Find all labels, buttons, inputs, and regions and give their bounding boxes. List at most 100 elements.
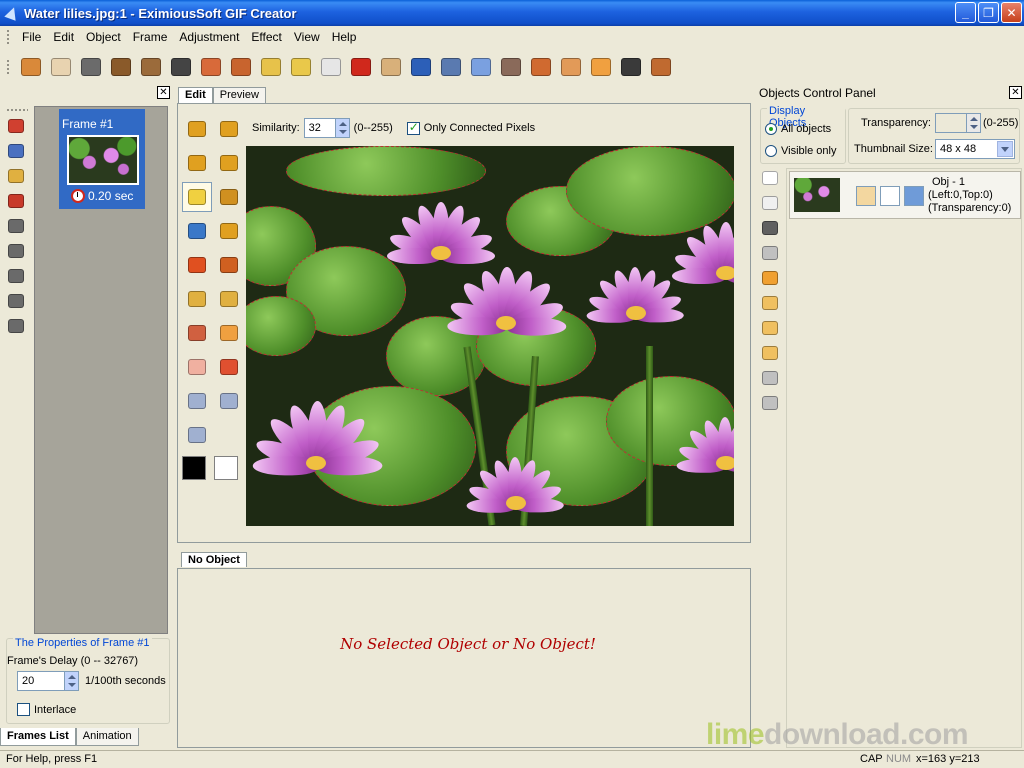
chevron-down-icon[interactable] xyxy=(997,141,1013,157)
toolbar-circle-button[interactable] xyxy=(526,52,556,82)
zoom-tool[interactable] xyxy=(182,420,212,450)
toolbar-phone-button[interactable] xyxy=(586,52,616,82)
toolbar-box-button[interactable] xyxy=(616,52,646,82)
eye-icon[interactable] xyxy=(856,186,876,206)
tab-animation[interactable]: Animation xyxy=(75,728,139,746)
toolbar-figure-button[interactable] xyxy=(556,52,586,82)
merge-button[interactable] xyxy=(760,368,780,388)
delete-object-button[interactable] xyxy=(760,218,780,238)
cut-object-button[interactable] xyxy=(760,243,780,263)
pointer-tool[interactable] xyxy=(182,114,212,144)
frames-list[interactable]: Frame #1 0.20 sec xyxy=(34,106,168,634)
select-object-tool[interactable] xyxy=(214,114,244,144)
maximize-button[interactable]: ❐ xyxy=(978,2,999,23)
tab-edit[interactable]: Edit xyxy=(178,87,213,104)
toolbar-delete-button[interactable] xyxy=(346,52,376,82)
objects-list[interactable]: Obj - 1 (Left:0,Top:0) (Transparency:0) xyxy=(786,168,1022,748)
frame-tool-button[interactable] xyxy=(6,191,26,211)
transparency-spinner-icon[interactable] xyxy=(966,114,980,132)
new-object-button[interactable] xyxy=(760,168,780,188)
toolbar-copy-button[interactable] xyxy=(256,52,286,82)
properties-button[interactable] xyxy=(760,393,780,413)
menu-edit[interactable]: Edit xyxy=(47,27,80,47)
rectangle-tool[interactable] xyxy=(214,318,244,348)
menu-effect[interactable]: Effect xyxy=(245,27,287,47)
close-objects-panel-icon[interactable]: ✕ xyxy=(1009,86,1022,99)
thumbnail-size-select[interactable]: 48 x 48 xyxy=(935,139,1015,159)
brush-tool[interactable] xyxy=(182,318,212,348)
image-tool[interactable] xyxy=(182,216,212,246)
pencil-tool[interactable] xyxy=(214,250,244,280)
frame-tool-button[interactable] xyxy=(6,291,26,311)
frame-tool-button[interactable] xyxy=(6,266,26,286)
menu-object[interactable]: Object xyxy=(80,27,127,47)
delay-spinner-icon[interactable] xyxy=(64,672,78,690)
transparency-input[interactable] xyxy=(935,113,981,133)
background-color-swatch[interactable] xyxy=(214,456,238,480)
toolbar-paint-button[interactable] xyxy=(496,52,526,82)
all-objects-radio[interactable] xyxy=(765,123,777,135)
text-tool[interactable] xyxy=(214,216,244,246)
ellipse-tool[interactable] xyxy=(182,352,212,382)
frame-item[interactable]: Frame #1 0.20 sec xyxy=(59,109,145,209)
similarity-spinner-icon[interactable] xyxy=(334,119,349,137)
puzzle-tool[interactable] xyxy=(182,250,212,280)
menu-adjustment[interactable]: Adjustment xyxy=(173,27,245,47)
toolbar-video-button[interactable] xyxy=(136,52,166,82)
tab-no-object[interactable]: No Object xyxy=(181,552,247,567)
option-visible-only[interactable]: Visible only xyxy=(765,145,836,157)
lasso-tool[interactable] xyxy=(182,148,212,178)
lock-toggle-icon[interactable] xyxy=(880,186,900,206)
foreground-color-swatch[interactable] xyxy=(182,456,206,480)
toolbar-hand-button[interactable] xyxy=(646,52,676,82)
frames-tool-grip[interactable] xyxy=(6,108,28,112)
eraser-tool[interactable] xyxy=(182,284,212,314)
frame-tool-button[interactable] xyxy=(6,216,26,236)
polygon-tool[interactable] xyxy=(214,352,244,382)
magic-wand-tool[interactable] xyxy=(182,182,212,212)
send-back-button[interactable] xyxy=(760,293,780,313)
toolbar-tag-button[interactable] xyxy=(376,52,406,82)
move-up-button[interactable] xyxy=(760,318,780,338)
option-all-objects[interactable]: All objects xyxy=(765,123,831,135)
menu-view[interactable]: View xyxy=(288,27,326,47)
menu-frame[interactable]: Frame xyxy=(127,27,174,47)
tab-frames-list[interactable]: Frames List xyxy=(0,728,76,746)
image-canvas[interactable] xyxy=(246,146,736,526)
toolbar-avi-button[interactable] xyxy=(76,52,106,82)
frame-tool-button[interactable] xyxy=(6,241,26,261)
delay-input[interactable]: 20 xyxy=(17,671,79,691)
close-button[interactable]: ✕ xyxy=(1001,2,1022,23)
visible-only-radio[interactable] xyxy=(765,145,777,157)
similarity-input[interactable]: 32 xyxy=(303,118,350,138)
zoom-out-tool[interactable] xyxy=(214,386,244,416)
menu-grip[interactable] xyxy=(6,29,10,45)
toolbar-undo-button[interactable] xyxy=(196,52,226,82)
toolbar-save-button[interactable] xyxy=(166,52,196,82)
toolbar-picture-button[interactable] xyxy=(406,52,436,82)
crop-tool[interactable] xyxy=(214,182,244,212)
tab-preview[interactable]: Preview xyxy=(212,87,266,104)
copy-object-button[interactable] xyxy=(760,193,780,213)
move-down-button[interactable] xyxy=(760,343,780,363)
frame-tool-button[interactable] xyxy=(6,316,26,336)
connected-pixels-checkbox[interactable] xyxy=(406,120,420,135)
menu-help[interactable]: Help xyxy=(326,27,363,47)
toolbar-open-button[interactable] xyxy=(46,52,76,82)
toolbar-redo-button[interactable] xyxy=(226,52,256,82)
frame-tool-button[interactable] xyxy=(6,116,26,136)
interlace-checkbox[interactable] xyxy=(17,703,30,716)
water-lilies-image[interactable] xyxy=(246,146,734,526)
frame-tool-button[interactable] xyxy=(6,166,26,186)
interlace-option[interactable]: Interlace xyxy=(17,703,76,716)
list-item[interactable]: Obj - 1 (Left:0,Top:0) (Transparency:0) xyxy=(789,171,1021,219)
frame-tool-button[interactable] xyxy=(6,141,26,161)
fill-tool[interactable] xyxy=(214,284,244,314)
magic-select-tool[interactable] xyxy=(214,148,244,178)
toolbar-tools-button[interactable] xyxy=(436,52,466,82)
zoom-in-tool[interactable] xyxy=(182,386,212,416)
toolbar-new-button[interactable] xyxy=(16,52,46,82)
menu-file[interactable]: File xyxy=(16,27,47,47)
toolbar-paste-button[interactable] xyxy=(286,52,316,82)
toolbar-erase-button[interactable] xyxy=(316,52,346,82)
